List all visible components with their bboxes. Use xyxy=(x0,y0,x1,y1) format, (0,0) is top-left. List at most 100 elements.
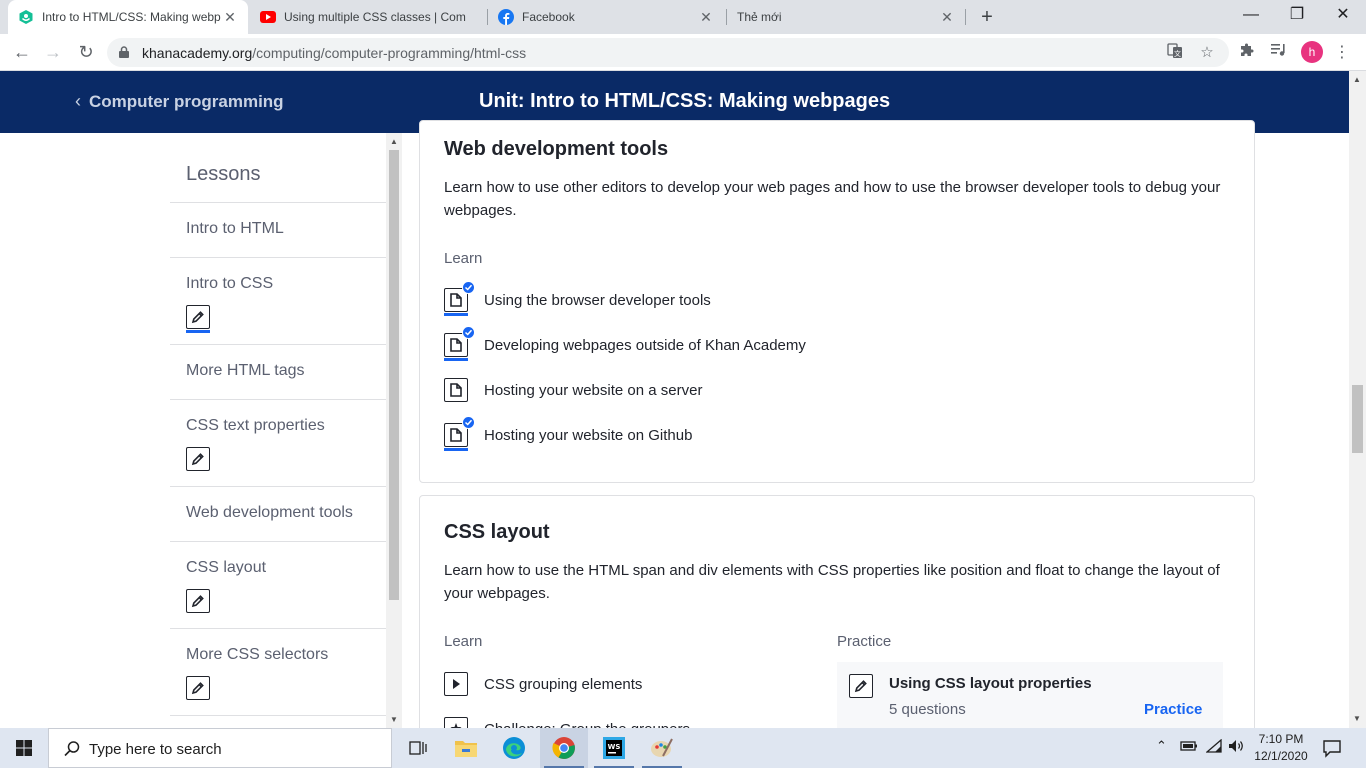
pencil-icon[interactable] xyxy=(186,447,210,471)
practice-label: Practice xyxy=(837,633,892,650)
unit-title: Unit: Intro to HTML/CSS: Making webpages xyxy=(479,90,891,112)
forward-arrow-icon[interactable]: → xyxy=(41,40,65,64)
sidebar-item-label: Web development tools xyxy=(186,504,353,521)
windows-taskbar: Type here to search WS ⌃ 7:10 PM 12/1/20… xyxy=(0,728,1366,768)
article-icon xyxy=(443,281,475,316)
sidebar-scrollbar[interactable]: ▲ ▼ xyxy=(386,133,402,728)
battery-icon[interactable] xyxy=(1180,740,1198,755)
content-item-label: Developing webpages outside of Khan Acad… xyxy=(484,336,806,354)
sidebar-item-more-css-selectors[interactable]: More CSS selectors xyxy=(170,628,386,715)
edge-browser-icon[interactable] xyxy=(490,728,538,768)
video-play-icon xyxy=(444,672,468,696)
new-tab-button[interactable]: + xyxy=(976,4,998,30)
tab-separator xyxy=(965,9,966,25)
back-to-course-link[interactable]: ‹ Computer programming xyxy=(75,91,284,112)
webstorm-icon[interactable]: WS xyxy=(590,728,638,768)
content-item-label: Hosting your website on Github xyxy=(484,426,693,444)
sidebar-item-label: Intro to HTML xyxy=(186,220,284,237)
scroll-up-icon[interactable]: ▲ xyxy=(390,137,398,146)
close-window-button[interactable]: ✕ xyxy=(1320,0,1366,34)
content-item[interactable]: Developing webpages outside of Khan Acad… xyxy=(443,326,806,361)
sidebar-item-intro-to-html[interactable]: Intro to HTML xyxy=(170,202,386,257)
tab-intro-html-css[interactable]: Intro to HTML/CSS: Making webp ✕ xyxy=(8,0,248,34)
svg-text:WS: WS xyxy=(608,743,621,751)
clock-time: 7:10 PM xyxy=(1258,732,1304,746)
chrome-browser-icon[interactable] xyxy=(540,728,588,768)
section-title: CSS layout xyxy=(444,521,550,543)
page-scrollbar[interactable]: ▲ ▼ xyxy=(1349,71,1366,728)
page-scrollbar-thumb[interactable] xyxy=(1352,385,1363,453)
svg-text:文: 文 xyxy=(1174,49,1181,58)
pencil-icon[interactable] xyxy=(185,305,210,333)
learn-label: Learn xyxy=(444,250,483,267)
reload-icon[interactable]: ↻ xyxy=(74,40,98,64)
minimize-button[interactable]: — xyxy=(1228,0,1274,34)
close-icon[interactable]: ✕ xyxy=(698,9,714,26)
sidebar-item-web-development-tools[interactable]: Web development tools xyxy=(170,486,386,541)
sidebar-item-label: More HTML tags xyxy=(186,362,305,379)
pencil-icon[interactable] xyxy=(186,589,210,613)
extensions-icon[interactable] xyxy=(1237,43,1257,63)
scroll-up-icon[interactable]: ▲ xyxy=(1353,75,1361,84)
facebook-icon xyxy=(498,9,514,25)
paint-icon[interactable] xyxy=(638,728,686,768)
url-text: khanacademy.org/computing/computer-progr… xyxy=(142,45,526,61)
content-item[interactable]: Hosting your website on a server xyxy=(444,376,702,404)
volume-icon[interactable] xyxy=(1228,739,1244,756)
content-item[interactable]: Using the browser developer tools xyxy=(443,281,711,316)
tab-new-tab[interactable]: Thẻ mới ✕ xyxy=(727,0,965,34)
section-title: Web development tools xyxy=(444,138,669,160)
checkmark-icon xyxy=(462,416,475,429)
back-link-label: Computer programming xyxy=(89,91,284,111)
content-item-label: CSS grouping elements xyxy=(484,675,643,693)
restore-button[interactable]: ❐ xyxy=(1274,0,1320,34)
article-icon xyxy=(444,378,468,402)
profile-avatar[interactable]: h xyxy=(1301,41,1323,63)
task-view-icon[interactable] xyxy=(394,728,442,768)
khan-academy-icon xyxy=(18,9,34,25)
content-item[interactable]: Hosting your website on Github xyxy=(443,416,693,451)
scroll-down-icon[interactable]: ▼ xyxy=(1353,714,1361,723)
media-control-icon[interactable] xyxy=(1269,43,1289,63)
file-explorer-icon[interactable] xyxy=(442,728,490,768)
practice-question-count: 5 questions xyxy=(889,701,966,718)
search-icon xyxy=(63,740,81,763)
notification-icon[interactable] xyxy=(1322,738,1342,758)
learn-label: Learn xyxy=(444,633,483,650)
sidebar-item-css-text-properties[interactable]: CSS text properties xyxy=(170,399,386,486)
bookmark-star-icon[interactable]: ☆ xyxy=(1197,43,1217,63)
pencil-icon xyxy=(849,674,873,698)
tab-label: Facebook xyxy=(522,10,575,24)
sidebar-item-next[interactable] xyxy=(170,715,386,728)
section-description: Learn how to use other editors to develo… xyxy=(444,179,1221,219)
tab-facebook[interactable]: Facebook ✕ xyxy=(488,0,724,34)
content-item[interactable]: CSS grouping elements xyxy=(444,670,642,698)
tab-youtube[interactable]: Using multiple CSS classes | Com xyxy=(250,0,486,34)
section-css-layout: CSS layout Learn how to use the HTML spa… xyxy=(419,495,1255,755)
sidebar-item-intro-to-css[interactable]: Intro to CSS xyxy=(170,257,386,344)
taskbar-search-input[interactable]: Type here to search xyxy=(48,728,392,768)
translate-icon[interactable]: 文 xyxy=(1165,43,1185,63)
pencil-icon[interactable] xyxy=(186,676,210,700)
sidebar-scrollbar-thumb[interactable] xyxy=(389,150,399,600)
close-icon[interactable]: ✕ xyxy=(222,9,238,26)
wifi-icon[interactable] xyxy=(1205,738,1222,756)
sidebar-item-css-layout[interactable]: CSS layout xyxy=(170,541,386,628)
sidebar-item-label: More CSS selectors xyxy=(186,646,329,663)
close-icon[interactable]: ✕ xyxy=(939,9,955,26)
sidebar-item-more-html-tags[interactable]: More HTML tags xyxy=(170,344,386,399)
url-host: khanacademy.org xyxy=(142,45,253,61)
windows-start-button[interactable] xyxy=(0,728,48,768)
tab-label: Intro to HTML/CSS: Making webp xyxy=(42,10,221,24)
back-arrow-icon[interactable]: ← xyxy=(10,40,34,64)
url-field[interactable]: khanacademy.org/computing/computer-progr… xyxy=(107,38,1229,67)
chrome-menu-icon[interactable]: ⋮ xyxy=(1332,43,1352,63)
system-clock[interactable]: 7:10 PM 12/1/2020 xyxy=(1254,731,1308,765)
practice-button[interactable]: Practice xyxy=(1144,701,1202,718)
content-item-label: Using the browser developer tools xyxy=(484,291,711,309)
checkmark-icon xyxy=(462,281,475,294)
scroll-down-icon[interactable]: ▼ xyxy=(390,715,398,724)
checkmark-icon xyxy=(462,326,475,339)
windows-logo-icon xyxy=(16,740,32,756)
chevron-up-icon[interactable]: ⌃ xyxy=(1156,738,1167,754)
